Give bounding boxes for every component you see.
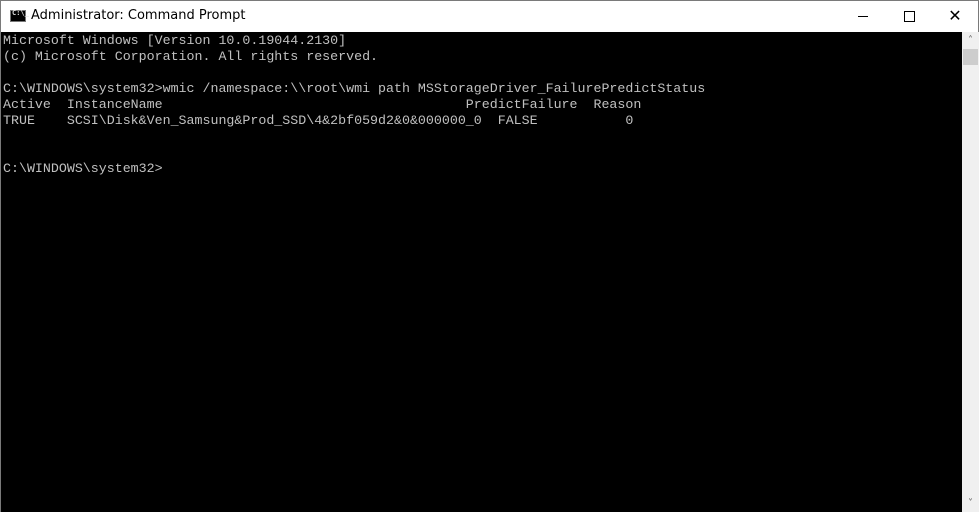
close-icon: ✕ bbox=[948, 6, 962, 25]
maximize-button[interactable] bbox=[886, 1, 932, 31]
window-title: Administrator: Command Prompt bbox=[31, 8, 246, 23]
chevron-up-icon: ˄ bbox=[968, 35, 973, 46]
console-output[interactable]: Microsoft Windows [Version 10.0.19044.21… bbox=[1, 32, 962, 512]
scroll-up-button[interactable]: ˄ bbox=[962, 32, 979, 49]
result-data-row: TRUE SCSI\Disk&Ven_Samsung&Prod_SSD\4&2b… bbox=[3, 113, 634, 128]
prompt-line[interactable]: C:\WINDOWS\system32> bbox=[3, 161, 163, 177]
title-bar[interactable]: Administrator: Command Prompt ✕ bbox=[1, 1, 978, 32]
command-prompt-window: Administrator: Command Prompt ✕ Microsof… bbox=[0, 0, 979, 512]
chevron-down-icon: ˅ bbox=[968, 498, 973, 509]
console-line: Microsoft Windows [Version 10.0.19044.21… bbox=[3, 33, 347, 48]
minimize-button[interactable] bbox=[840, 1, 886, 31]
scrollbar-thumb[interactable] bbox=[963, 49, 978, 65]
scroll-down-button[interactable]: ˅ bbox=[962, 495, 979, 512]
cmd-icon[interactable] bbox=[10, 9, 29, 22]
close-button[interactable]: ✕ bbox=[932, 1, 978, 31]
command-line: C:\WINDOWS\system32>wmic /namespace:\\ro… bbox=[3, 81, 706, 96]
minimize-icon bbox=[858, 15, 868, 17]
maximize-icon bbox=[903, 10, 915, 22]
console-line: (c) Microsoft Corporation. All rights re… bbox=[3, 49, 379, 64]
result-header-row: Active InstanceName PredictFailure Reaso… bbox=[3, 97, 642, 112]
vertical-scrollbar[interactable]: ˄ ˅ bbox=[962, 32, 979, 512]
